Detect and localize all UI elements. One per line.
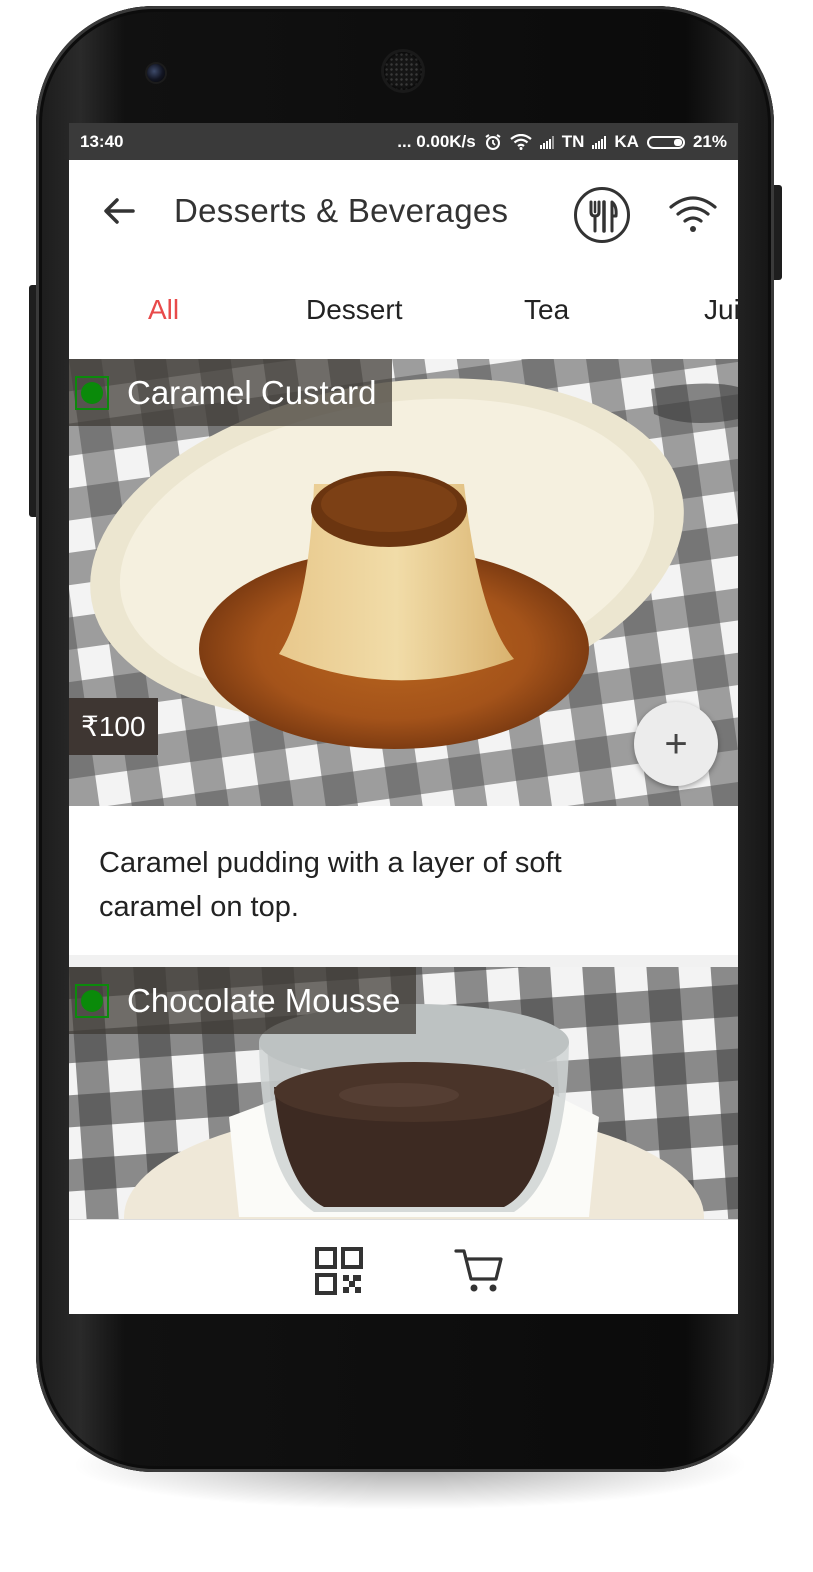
- fork-knife-icon: [589, 200, 618, 233]
- qr-code-icon[interactable]: [315, 1247, 363, 1295]
- battery-level: 21%: [692, 132, 727, 151]
- menu-item-card: Chocolate Mousse: [69, 967, 738, 1219]
- item-title-strip: Caramel Custard: [69, 359, 393, 426]
- description-line-2: caramel on top.: [99, 891, 299, 923]
- item-name: Chocolate Mousse: [127, 981, 401, 1019]
- price-badge: ₹100: [69, 698, 158, 755]
- phone-chin: [69, 1314, 738, 1434]
- alarm-icon: [485, 134, 501, 150]
- item-name: Caramel Custard: [127, 373, 377, 411]
- menu-item-card: Caramel Custard ₹100 + Caramel pudding w…: [69, 359, 738, 955]
- wifi-icon[interactable]: [667, 192, 719, 236]
- bottom-navigation: [69, 1219, 738, 1314]
- app-toolbar: Desserts & Beverages: [69, 160, 738, 262]
- item-title-strip: Chocolate Mousse: [69, 967, 417, 1034]
- carrier-2: KA: [614, 132, 639, 151]
- veg-indicator-icon: [75, 983, 109, 1018]
- status-icons: ... 0.00K/s TN KA 21%: [397, 132, 727, 152]
- signal-icon: [539, 135, 554, 149]
- wifi-status-icon: [510, 134, 532, 150]
- page-title: Desserts & Beverages: [174, 192, 509, 229]
- caramel-custard-photo: Caramel Custard ₹100 +: [69, 359, 738, 806]
- power-button: [773, 185, 782, 280]
- tab-juice[interactable]: Jui: [704, 294, 738, 326]
- status-time: 13:40: [80, 132, 124, 151]
- restaurant-menu-button[interactable]: [574, 187, 630, 243]
- tab-tea[interactable]: Tea: [524, 294, 569, 326]
- cart-icon[interactable]: [454, 1245, 504, 1295]
- category-tabs: All Dessert Tea Jui: [69, 262, 738, 359]
- earpiece-speaker: [384, 52, 422, 90]
- menu-item-list[interactable]: Caramel Custard ₹100 + Caramel pudding w…: [69, 359, 738, 1219]
- arrow-left-icon[interactable]: [99, 191, 139, 231]
- carrier-1: TN: [561, 132, 585, 151]
- chocolate-mousse-photo: Chocolate Mousse: [69, 967, 738, 1219]
- veg-indicator-icon: [75, 375, 109, 410]
- battery-icon: [646, 135, 685, 149]
- screen: 13:40 ... 0.00K/s TN KA 21% Desserts & B…: [69, 123, 738, 1314]
- network-speed: ... 0.00K/s: [397, 132, 476, 151]
- add-to-cart-button[interactable]: +: [634, 702, 718, 786]
- tab-all[interactable]: All: [148, 294, 179, 326]
- tab-dessert[interactable]: Dessert: [306, 294, 402, 326]
- signal-icon-2: [592, 135, 607, 149]
- status-bar: 13:40 ... 0.00K/s TN KA 21%: [69, 123, 738, 160]
- front-camera: [147, 64, 165, 82]
- item-description: Caramel pudding with a layer of soft car…: [99, 841, 659, 929]
- description-line-1: Caramel pudding with a layer of soft: [99, 847, 562, 879]
